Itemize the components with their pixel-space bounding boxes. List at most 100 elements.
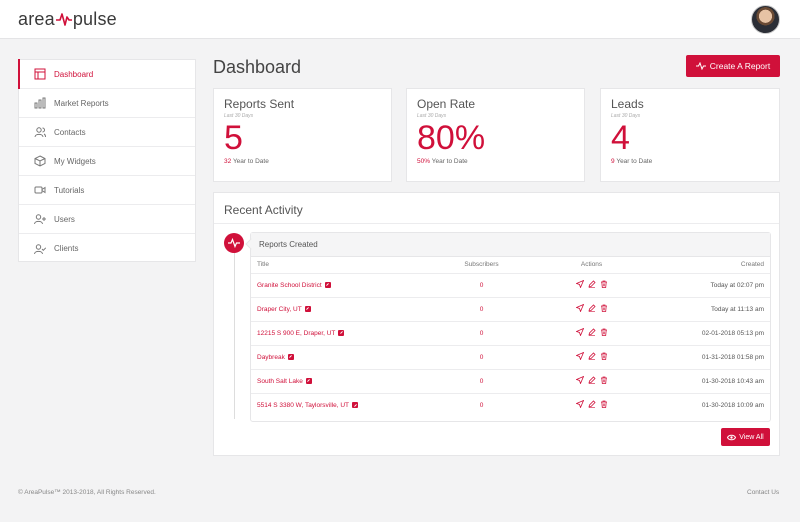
trash-icon[interactable] (600, 352, 608, 360)
trash-icon[interactable] (600, 328, 608, 336)
report-title-link[interactable]: 5514 S 3380 W, Taylorsville, UT (257, 402, 349, 409)
cell-subscribers: 0 (431, 344, 532, 369)
sidebar: Dashboard Market Reports Contacts My Wid… (18, 59, 196, 262)
send-icon[interactable] (575, 352, 584, 360)
eye-icon (727, 434, 737, 440)
stat-card-leads: Leads Last 30 Days 4 9 Year to Date (600, 88, 780, 182)
rename-icon[interactable] (304, 305, 311, 312)
reports-created-title: Reports Created (251, 233, 770, 257)
trash-icon[interactable] (600, 376, 608, 384)
top-bar: area pulse (0, 0, 800, 39)
rename-icon[interactable] (287, 353, 294, 360)
cell-subscribers: 0 (431, 368, 532, 393)
stat-period: Last 30 Days (611, 113, 641, 119)
recent-activity-panel: Recent Activity Reports Created Title Su… (213, 192, 780, 456)
send-icon[interactable] (575, 280, 584, 288)
stat-ytd-label: Year to Date (232, 158, 269, 165)
cell-actions (531, 392, 652, 417)
stat-value: 80% (417, 119, 486, 157)
cell-title: Daybreak (251, 344, 432, 369)
sidebar-item-my-widgets[interactable]: My Widgets (19, 147, 195, 176)
send-icon[interactable] (575, 328, 584, 336)
cell-actions (531, 344, 652, 369)
sidebar-item-label: Users (54, 214, 75, 224)
table-header-row: Title Subscribers Actions Created (251, 257, 770, 273)
cell-actions (531, 320, 652, 345)
sidebar-item-contacts[interactable]: Contacts (19, 118, 195, 147)
report-title-link[interactable]: Draper City, UT (257, 306, 302, 313)
video-icon (34, 184, 46, 196)
rename-icon[interactable] (352, 402, 359, 409)
report-title-link[interactable]: 12215 S 900 E, Draper, UT (257, 330, 335, 337)
view-all-button[interactable]: View All (721, 428, 770, 446)
avatar[interactable] (751, 5, 780, 34)
col-subscribers: Subscribers (464, 261, 499, 269)
user-check-icon (34, 243, 46, 255)
col-title: Title (257, 261, 270, 269)
row-actions (575, 376, 608, 384)
sidebar-item-clients[interactable]: Clients (19, 234, 195, 263)
edit-icon[interactable] (587, 376, 596, 384)
trash-icon[interactable] (600, 280, 608, 288)
rename-icon[interactable] (324, 281, 331, 288)
stat-label: Reports Sent (224, 97, 295, 111)
recent-activity-title: Recent Activity (224, 203, 303, 217)
stat-ytd-label: Year to Date (431, 158, 468, 165)
sidebar-item-tutorials[interactable]: Tutorials (19, 176, 195, 205)
send-icon[interactable] (575, 376, 584, 384)
cell-subscribers: 0 (431, 296, 532, 321)
cell-created: Today at 11:13 am (651, 296, 770, 321)
edit-icon[interactable] (587, 280, 596, 288)
sidebar-item-label: Tutorials (54, 185, 85, 195)
subscriber-count[interactable]: 0 (480, 306, 484, 313)
edit-icon[interactable] (587, 304, 596, 312)
logo-text-area: area (18, 8, 55, 29)
sidebar-item-users[interactable]: Users (19, 205, 195, 234)
cell-actions (531, 272, 652, 297)
report-title-link[interactable]: Granite School District (257, 282, 322, 289)
subscriber-count[interactable]: 0 (480, 402, 484, 409)
stat-card-reports-sent: Reports Sent Last 30 Days 5 32 Year to D… (213, 88, 392, 182)
sidebar-item-label: Clients (54, 244, 79, 253)
edit-icon[interactable] (587, 328, 596, 336)
edit-icon[interactable] (587, 400, 596, 409)
rename-icon[interactable] (305, 377, 312, 384)
subscriber-count[interactable]: 0 (480, 378, 484, 385)
subscriber-count[interactable]: 0 (480, 330, 484, 337)
table-row: South Salt Lake 0 01-30-2018 10:43 am (251, 368, 770, 393)
trash-icon[interactable] (600, 304, 608, 312)
table-row: Daybreak 0 01-31-2018 01:58 pm (251, 344, 770, 369)
report-title-link[interactable]: Daybreak (257, 354, 285, 361)
create-report-label: Create A Report (709, 61, 771, 71)
cell-created: Today at 02:07 pm (651, 272, 770, 297)
stat-value: 5 (224, 119, 243, 157)
cell-subscribers: 0 (431, 392, 532, 417)
trash-icon[interactable] (600, 400, 608, 409)
row-actions (575, 304, 608, 312)
logo[interactable]: area pulse (18, 8, 117, 30)
create-report-button[interactable]: Create A Report (686, 55, 780, 77)
table-row: 5514 S 3380 W, Taylorsville, UT 0 01-30-20… (251, 392, 770, 417)
rename-icon[interactable] (338, 329, 345, 336)
sidebar-item-label: Market Reports (54, 98, 109, 108)
send-icon[interactable] (575, 304, 584, 312)
cell-actions (531, 368, 652, 393)
table-row: 12215 S 900 E, Draper, UT 0 02-01-2018 05:… (251, 320, 770, 345)
view-all-label: View All (739, 433, 764, 441)
row-actions (575, 400, 608, 409)
subscriber-count[interactable]: 0 (480, 354, 484, 361)
pulse-badge-icon (224, 233, 244, 253)
cell-created: 02-01-2018 05:13 pm (651, 320, 770, 345)
subscriber-count[interactable]: 0 (480, 282, 484, 289)
cell-title: Draper City, UT (251, 296, 432, 321)
stat-ytd: 9 Year to Date (611, 158, 769, 165)
sidebar-item-dashboard[interactable]: Dashboard (18, 59, 195, 89)
sidebar-item-market-reports[interactable]: Market Reports (19, 89, 195, 118)
report-title-link[interactable]: South Salt Lake (257, 378, 303, 385)
send-icon[interactable] (575, 400, 584, 409)
edit-icon[interactable] (587, 352, 596, 360)
page-title: Dashboard (213, 57, 302, 77)
contact-us-link[interactable]: Contact Us (747, 489, 779, 496)
stat-ytd-value: 32 (224, 158, 232, 165)
stat-ytd-value: 9 (611, 158, 615, 165)
